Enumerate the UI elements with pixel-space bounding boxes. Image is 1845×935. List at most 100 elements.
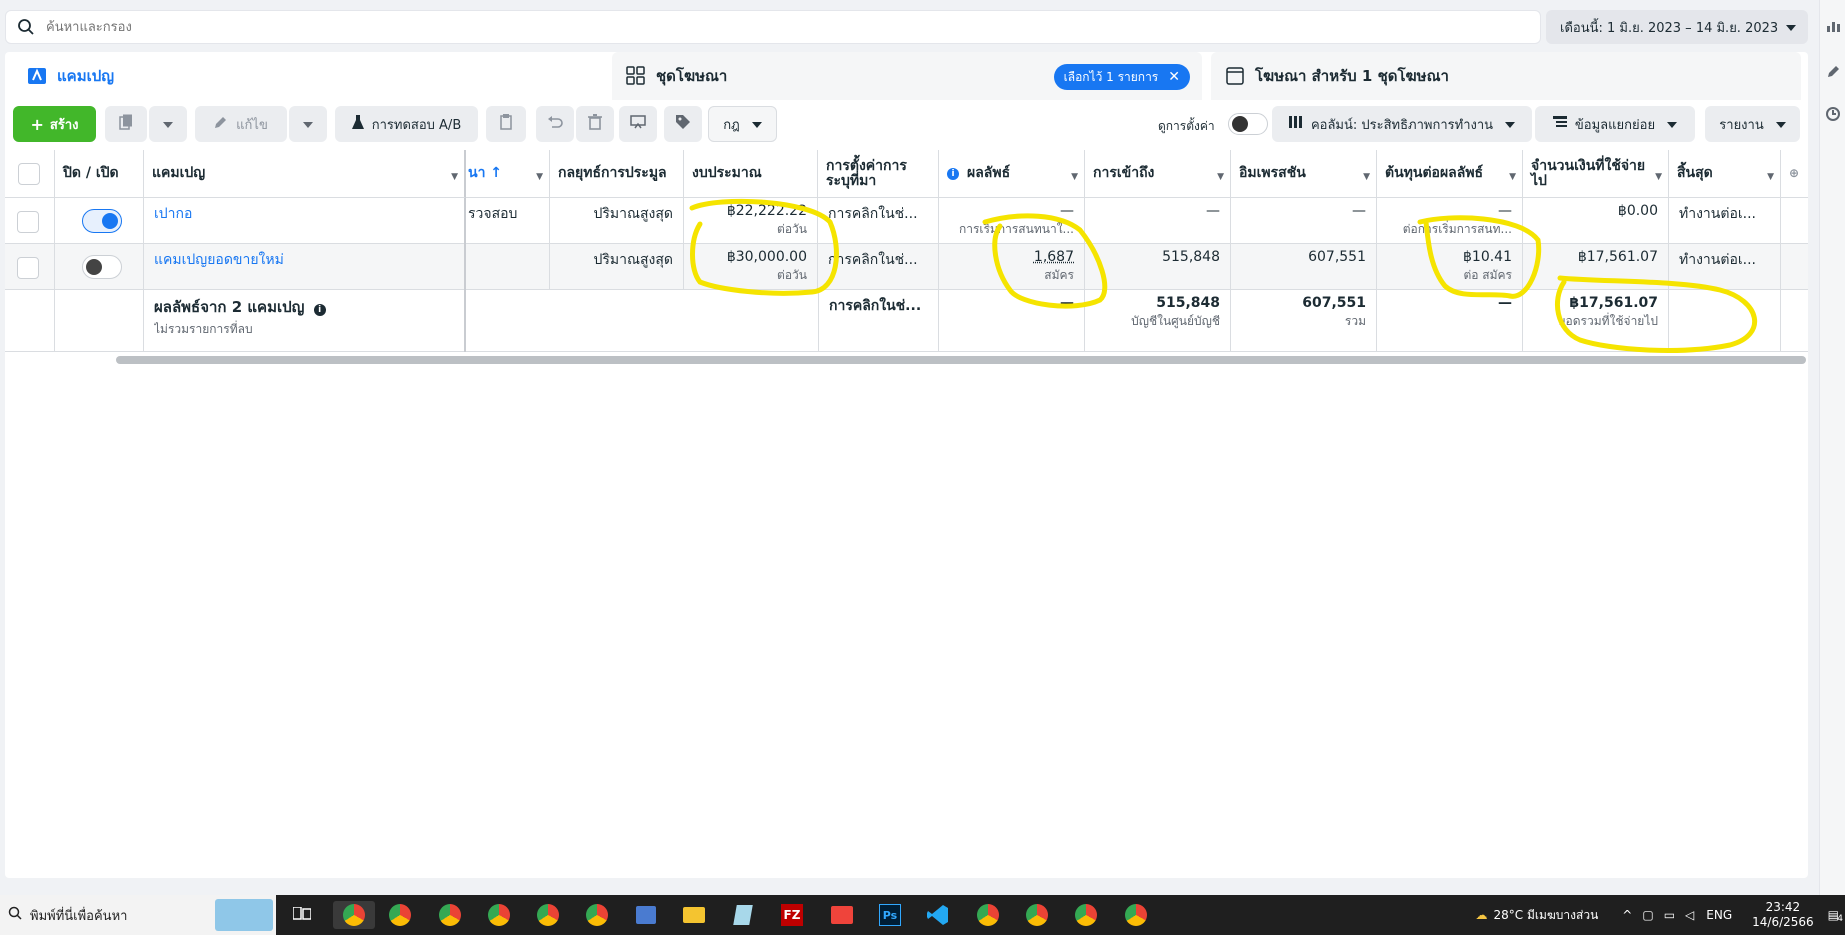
- filezilla-icon[interactable]: FZ: [776, 901, 808, 929]
- pencil-icon[interactable]: [1825, 64, 1841, 80]
- chrome-icon[interactable]: [532, 901, 564, 929]
- header-add-column[interactable]: ⊕: [1781, 150, 1808, 198]
- chevron-down-icon[interactable]: ▼: [536, 170, 543, 185]
- tab-ads[interactable]: โฆษณา สำหรับ 1 ชุดโฆษณา: [1211, 52, 1801, 100]
- chrome-icon[interactable]: [581, 901, 613, 929]
- header-reach[interactable]: การเข้าถึง ▼: [1085, 150, 1231, 198]
- results-cell: — การเริ่มการสนทนาใ...: [939, 198, 1085, 244]
- info-icon[interactable]: i: [313, 304, 326, 316]
- budget-sub: ต่อวัน: [777, 222, 807, 236]
- taskbar-search[interactable]: พิมพ์ที่นี่เพื่อค้นหา: [0, 895, 276, 935]
- edit-dropdown[interactable]: [289, 106, 327, 142]
- tab-campaigns[interactable]: แคมเปญ: [13, 52, 603, 100]
- ends-value: ทำงานต่อเ...: [1679, 206, 1756, 222]
- table-row[interactable]: เปากอ รวจสอบ ปริมาณสูงสุด ฿22,222.22 ต่อ…: [5, 198, 1808, 244]
- search-icon: [6, 18, 46, 36]
- notepad-icon[interactable]: [727, 901, 759, 929]
- header-amount-spent[interactable]: จำนวนเงินที่ใช้จ่ายไป ▼: [1523, 150, 1669, 198]
- edit-button[interactable]: แก้ไข: [195, 106, 287, 142]
- create-button[interactable]: + สร้าง: [13, 106, 96, 142]
- selected-pill[interactable]: เลือกไว้ 1 รายการ ✕: [1053, 64, 1190, 90]
- vscode-icon[interactable]: [922, 901, 954, 929]
- camera-icon[interactable]: ▢: [1642, 908, 1653, 922]
- summary-title-cell: ผลลัพธ์จาก 2 แคมเปญ i ไม่รวมรายการที่ลบ: [144, 290, 466, 352]
- ab-test-label: การทดสอบ A/B: [371, 117, 462, 133]
- clock[interactable]: 23:42 14/6/2566: [1752, 900, 1814, 930]
- plus-icon: +: [30, 114, 44, 134]
- header-budget[interactable]: งบประมาณ: [684, 150, 818, 198]
- chrome-icon[interactable]: [1120, 901, 1152, 929]
- delete-button[interactable]: [576, 106, 614, 142]
- columns-dropdown[interactable]: คอลัมน์: ประสิทธิภาพการทำงาน: [1272, 106, 1532, 142]
- chrome-icon[interactable]: [434, 901, 466, 929]
- impressions-cell: —: [1231, 198, 1377, 244]
- campaign-name-link[interactable]: แคมเปญยอดขายใหม่: [154, 249, 454, 271]
- header-delivery[interactable]: นา ↑ ▼: [466, 150, 550, 198]
- volume-icon[interactable]: ◁: [1685, 908, 1694, 922]
- chrome-icon[interactable]: [972, 901, 1004, 929]
- folder-icon[interactable]: [678, 901, 710, 929]
- anydesk-icon[interactable]: [826, 901, 858, 929]
- tab-ad-sets[interactable]: ชุดโฆษณา เลือกไว้ 1 รายการ ✕: [612, 52, 1202, 100]
- cost-per-result-cell: ฿10.41 ต่อ สมัคร: [1377, 244, 1523, 290]
- search-bar[interactable]: [5, 10, 1541, 44]
- tag-button[interactable]: [664, 106, 702, 142]
- header-cost-per-result[interactable]: ต้นทุนต่อผลลัพธ์ ▼: [1377, 150, 1523, 198]
- clipboard-button[interactable]: [486, 106, 526, 142]
- network-app-icon[interactable]: [630, 901, 662, 929]
- header-results[interactable]: i ผลลัพธ์ ▼: [939, 150, 1085, 198]
- campaign-icon: [27, 66, 47, 86]
- table-row[interactable]: แคมเปญยอดขายใหม่ ปริมาณสูงสุด ฿30,000.00…: [5, 244, 1808, 290]
- task-view-icon[interactable]: [286, 901, 318, 929]
- chevron-down-icon[interactable]: ▼: [1363, 170, 1370, 185]
- campaign-name-link[interactable]: เปากอ: [154, 203, 454, 225]
- chart-icon[interactable]: [1825, 18, 1841, 34]
- date-range-picker[interactable]: เดือนนี้: 1 มิ.ย. 2023 – 14 มิ.ย. 2023: [1546, 10, 1808, 44]
- header-campaign[interactable]: แคมเปญ ▼: [144, 150, 466, 198]
- chevron-down-icon[interactable]: ▼: [1509, 170, 1516, 185]
- campaign-toggle[interactable]: [82, 255, 122, 279]
- header-ends[interactable]: สิ้นสุด ▼: [1669, 150, 1781, 198]
- language-indicator[interactable]: ENG: [1706, 908, 1732, 922]
- chevron-down-icon[interactable]: ▼: [1655, 170, 1662, 185]
- row-checkbox[interactable]: [17, 257, 39, 279]
- chevron-down-icon[interactable]: ▼: [1767, 170, 1774, 185]
- chevron-down-icon[interactable]: ▼: [1071, 170, 1078, 185]
- photoshop-icon[interactable]: Ps: [874, 901, 906, 929]
- plus-circle-icon[interactable]: ⊕: [1789, 166, 1799, 181]
- chevron-up-icon[interactable]: ^: [1622, 908, 1632, 922]
- history-icon[interactable]: [1825, 106, 1841, 122]
- rules-dropdown[interactable]: กฎ: [708, 106, 777, 142]
- chrome-icon[interactable]: [1021, 901, 1053, 929]
- network-icon[interactable]: ▭: [1664, 908, 1675, 922]
- close-icon[interactable]: ✕: [1168, 69, 1180, 85]
- reports-dropdown[interactable]: รายงาน: [1705, 106, 1800, 142]
- amount-spent-cell: ฿17,561.07: [1523, 244, 1669, 290]
- budget-cell: ฿22,222.22 ต่อวัน: [684, 198, 818, 244]
- search-input[interactable]: [46, 19, 946, 35]
- duplicate-button[interactable]: [105, 106, 147, 142]
- chevron-down-icon[interactable]: ▼: [451, 170, 458, 185]
- chrome-icon[interactable]: [333, 901, 375, 929]
- view-settings-toggle[interactable]: [1228, 113, 1268, 135]
- preview-button[interactable]: [619, 106, 657, 142]
- weather-label[interactable]: 28°C มีเมฆบางส่วน: [1494, 906, 1599, 925]
- header-bid-strategy[interactable]: กลยุทธ์การประมูล: [550, 150, 684, 198]
- header-attribution[interactable]: การตั้งค่าการระบุที่มา: [818, 150, 939, 198]
- ab-test-button[interactable]: การทดสอบ A/B: [335, 106, 478, 142]
- chevron-down-icon[interactable]: ▼: [1217, 170, 1224, 185]
- chrome-icon[interactable]: [384, 901, 416, 929]
- chrome-icon[interactable]: [1070, 901, 1102, 929]
- select-all-checkbox[interactable]: [18, 163, 40, 185]
- ads-manager-window: เดือนนี้: 1 มิ.ย. 2023 – 14 มิ.ย. 2023 แ…: [0, 0, 1845, 935]
- horizontal-scrollbar[interactable]: [116, 356, 1806, 364]
- breakdown-dropdown[interactable]: ข้อมูลแยกย่อย: [1535, 106, 1695, 142]
- row-checkbox[interactable]: [17, 211, 39, 233]
- header-impressions[interactable]: อิมเพรสชัน ▼: [1231, 150, 1377, 198]
- campaign-toggle[interactable]: [82, 209, 122, 233]
- undo-button[interactable]: [536, 106, 574, 142]
- duplicate-dropdown[interactable]: [149, 106, 187, 142]
- chrome-icon[interactable]: [483, 901, 515, 929]
- notification-icon[interactable]: ▤ 4: [1828, 908, 1843, 924]
- info-icon[interactable]: i: [947, 167, 959, 180]
